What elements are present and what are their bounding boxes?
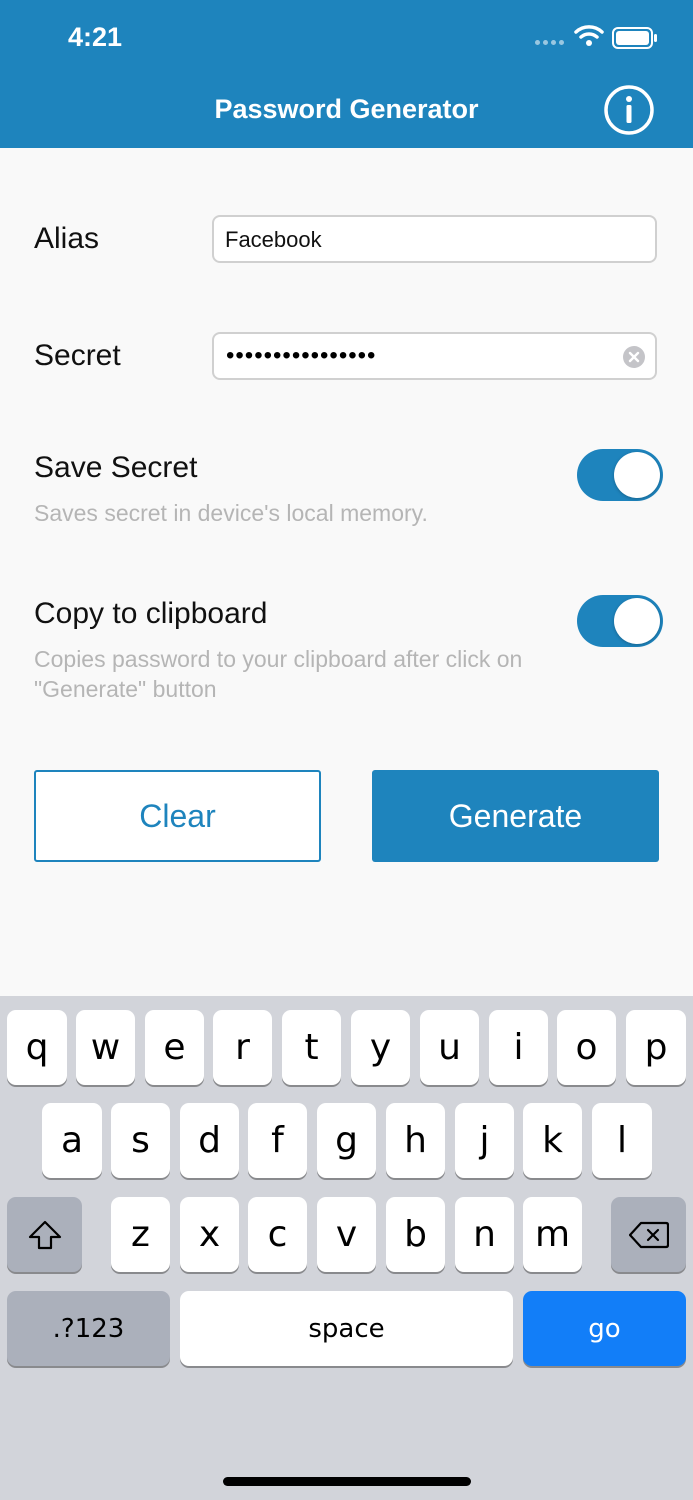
alias-value: Facebook xyxy=(225,227,322,252)
key-p[interactable]: p xyxy=(626,1010,686,1085)
shift-icon xyxy=(28,1220,61,1249)
clear-button[interactable]: Clear xyxy=(34,770,321,862)
secret-input[interactable]: •••••••••••••••• xyxy=(212,332,657,380)
wifi-icon xyxy=(574,25,604,46)
key-v[interactable]: v xyxy=(317,1197,376,1272)
generate-button[interactable]: Generate xyxy=(372,770,659,862)
key-h[interactable]: h xyxy=(386,1103,445,1178)
battery-icon xyxy=(612,27,657,49)
key-q[interactable]: q xyxy=(7,1010,67,1085)
secret-label: Secret xyxy=(34,339,121,372)
copy-clipboard-toggle[interactable] xyxy=(577,595,663,647)
key-u[interactable]: u xyxy=(420,1010,479,1085)
clear-text-icon[interactable] xyxy=(623,346,645,368)
home-indicator xyxy=(223,1477,471,1486)
app-header: 4:21 Password Generator xyxy=(0,0,693,148)
key-g[interactable]: g xyxy=(317,1103,376,1178)
key-x[interactable]: x xyxy=(180,1197,239,1272)
key-d[interactable]: d xyxy=(180,1103,239,1178)
key-a[interactable]: a xyxy=(42,1103,102,1178)
key-e[interactable]: e xyxy=(145,1010,204,1085)
alias-label: Alias xyxy=(34,222,100,255)
key-o[interactable]: o xyxy=(557,1010,616,1085)
backspace-icon xyxy=(628,1221,669,1248)
page-title: Password Generator xyxy=(214,94,479,124)
key-z[interactable]: z xyxy=(111,1197,170,1272)
alias-input[interactable]: Facebook xyxy=(212,215,657,263)
space-key[interactable]: space xyxy=(180,1291,513,1366)
backspace-key[interactable] xyxy=(611,1197,686,1272)
key-b[interactable]: b xyxy=(386,1197,445,1272)
toggle-knob xyxy=(614,452,660,498)
status-time: 4:21 xyxy=(68,22,123,52)
copy-clipboard-title: Copy to clipboard xyxy=(34,597,268,630)
go-key[interactable]: go xyxy=(523,1291,686,1366)
toggle-knob xyxy=(614,598,660,644)
save-secret-description: Saves secret in device's local memory. xyxy=(34,500,428,526)
save-secret-toggle[interactable] xyxy=(577,449,663,501)
shift-key[interactable] xyxy=(7,1197,82,1272)
key-w[interactable]: w xyxy=(76,1010,135,1085)
key-l[interactable]: l xyxy=(592,1103,652,1178)
key-k[interactable]: k xyxy=(523,1103,582,1178)
info-circle-icon[interactable] xyxy=(603,84,655,136)
numbers-key[interactable]: .?123 xyxy=(7,1291,170,1366)
key-t[interactable]: t xyxy=(282,1010,341,1085)
key-i[interactable]: i xyxy=(489,1010,548,1085)
signal-icon xyxy=(535,40,564,45)
key-s[interactable]: s xyxy=(111,1103,170,1178)
key-n[interactable]: n xyxy=(455,1197,514,1272)
secret-masked-value: •••••••••••••••• xyxy=(226,342,377,369)
key-m[interactable]: m xyxy=(523,1197,582,1272)
save-secret-title: Save Secret xyxy=(34,451,198,484)
key-c[interactable]: c xyxy=(248,1197,307,1272)
copy-clipboard-description-line2: "Generate" button xyxy=(34,676,217,702)
keyboard: q w e r t y u i o p a s d f g h j k l z … xyxy=(0,996,693,1500)
key-f[interactable]: f xyxy=(248,1103,307,1178)
key-r[interactable]: r xyxy=(213,1010,272,1085)
key-j[interactable]: j xyxy=(455,1103,514,1178)
key-y[interactable]: y xyxy=(351,1010,410,1085)
copy-clipboard-description-line1: Copies password to your clipboard after … xyxy=(34,646,523,672)
